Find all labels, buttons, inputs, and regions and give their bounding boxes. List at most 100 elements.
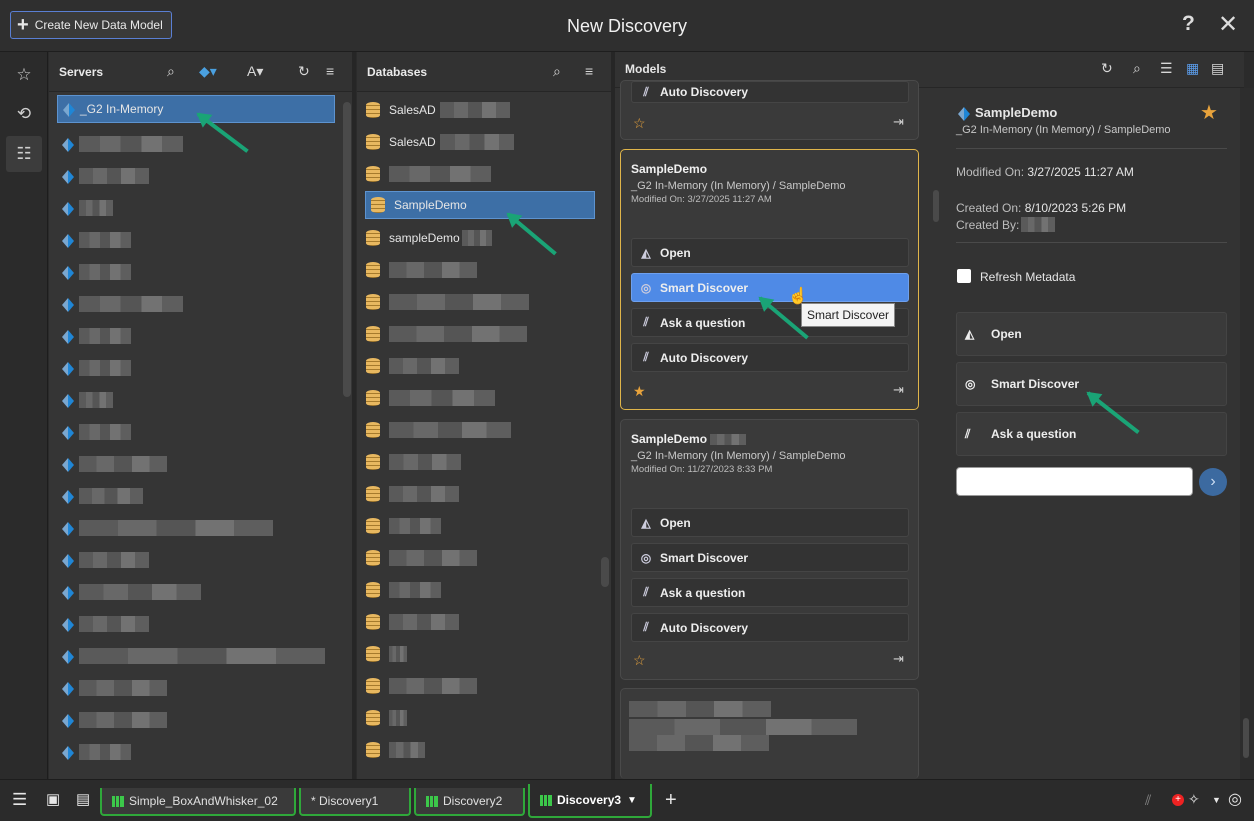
ai-icon[interactable]: ⫽ (1145, 792, 1151, 809)
server-item[interactable] (57, 162, 149, 190)
server-item[interactable] (57, 194, 113, 222)
database-item[interactable] (365, 448, 461, 476)
database-item[interactable] (365, 512, 441, 540)
ask-question-button[interactable]: ⫽ Ask a question (631, 578, 909, 607)
export-icon[interactable]: ⇥ (893, 651, 904, 667)
tab-simple-boxandwhisker[interactable]: Simple_BoxAndWhisker_02 (100, 788, 296, 816)
chevron-down-icon[interactable]: ▼ (627, 795, 637, 806)
tab-discovery2[interactable]: Discovery2 (414, 788, 525, 816)
database-item[interactable]: SalesAD (365, 96, 510, 124)
notification-badge[interactable]: + (1172, 794, 1184, 806)
database-item[interactable] (365, 320, 527, 348)
create-data-model-button[interactable]: + Create New Data Model (10, 11, 172, 39)
close-icon[interactable]: ✕ (1218, 10, 1238, 39)
server-item[interactable] (57, 450, 167, 478)
smart-discover-button[interactable]: ◎ Smart Discover (631, 543, 909, 572)
open-button[interactable]: ◭ Open (631, 508, 909, 537)
tab-discovery3[interactable]: Discovery3 ▼ (528, 784, 652, 818)
database-item[interactable]: sampleDemo (365, 224, 492, 252)
open-button[interactable]: ◭ Open (631, 238, 909, 267)
database-item[interactable] (365, 576, 441, 604)
database-item[interactable]: SalesAD (365, 128, 514, 156)
add-database-icon[interactable]: ≡ (585, 63, 593, 79)
history-icon[interactable]: ⟲ (6, 96, 42, 132)
sort-icon[interactable]: A▾ (247, 63, 263, 80)
server-type-icon[interactable]: ◆▾ (199, 63, 217, 80)
refresh-icon[interactable]: ↻ (298, 63, 310, 80)
grid-view-icon[interactable]: ▦ (1186, 60, 1199, 77)
add-tab-button[interactable]: + (665, 789, 677, 812)
list-view-icon[interactable]: ☰ (1160, 60, 1173, 77)
search-icon[interactable]: ⌕ (167, 63, 175, 80)
database-item[interactable] (365, 608, 459, 636)
star-icon[interactable]: ☆ (6, 57, 42, 93)
databases-scrollbar[interactable] (601, 557, 609, 587)
database-item[interactable] (365, 704, 407, 732)
auto-discovery-button[interactable]: ⫽ Auto Discovery (631, 343, 909, 372)
ask-question-button[interactable]: ⫽ Ask a question (956, 412, 1227, 456)
database-item[interactable] (365, 160, 491, 188)
model-card-partial[interactable] (620, 688, 919, 779)
server-item[interactable] (57, 418, 131, 446)
database-item[interactable] (365, 256, 477, 284)
database-item[interactable] (365, 416, 511, 444)
settings-icon[interactable]: ◎ (1228, 789, 1242, 809)
pin-icon[interactable]: ✧ (1188, 791, 1200, 808)
server-item[interactable] (57, 738, 131, 766)
server-item[interactable] (57, 642, 325, 670)
server-item[interactable] (57, 386, 113, 414)
add-server-icon[interactable]: ≡ (326, 63, 334, 79)
server-item[interactable] (57, 290, 183, 318)
tab-discovery1[interactable]: * Discovery1 (299, 788, 411, 816)
database-item[interactable] (365, 736, 425, 764)
server-item[interactable] (57, 706, 167, 734)
servers-scrollbar[interactable] (343, 102, 351, 397)
search-icon[interactable]: ⌕ (1133, 60, 1141, 77)
database-item[interactable] (365, 672, 477, 700)
database-item[interactable] (365, 480, 459, 508)
auto-discovery-button[interactable]: ⫽ Auto Discovery (631, 81, 909, 103)
server-item[interactable] (57, 226, 131, 254)
refresh-metadata-checkbox[interactable] (957, 269, 971, 283)
export-icon[interactable]: ⇥ (893, 114, 904, 130)
open-button[interactable]: ◭ Open (956, 312, 1227, 356)
redacted-text (389, 646, 407, 662)
star-outline-icon[interactable]: ☆ (633, 115, 646, 132)
new-file-icon[interactable]: ▤ (76, 790, 90, 808)
server-item[interactable] (57, 610, 149, 638)
submit-question-button[interactable]: › (1199, 468, 1227, 496)
model-card[interactable]: SampleDemo _G2 In-Memory (In Memory) / S… (620, 149, 919, 410)
question-input[interactable] (956, 467, 1193, 496)
search-icon[interactable]: ⌕ (553, 63, 561, 80)
server-item[interactable] (57, 546, 149, 574)
database-item[interactable] (365, 352, 459, 380)
star-filled-icon[interactable]: ★ (633, 383, 646, 400)
hamburger-menu-icon[interactable]: ☰ (12, 790, 27, 810)
server-item[interactable] (57, 322, 131, 350)
database-item-selected[interactable]: SampleDemo (365, 191, 595, 219)
server-item[interactable] (57, 130, 183, 158)
server-item[interactable] (57, 578, 201, 606)
detail-scrollbar[interactable] (1243, 718, 1249, 758)
open-file-icon[interactable]: ▣ (46, 790, 60, 808)
database-item[interactable] (365, 544, 477, 572)
server-item[interactable] (57, 674, 167, 702)
help-icon[interactable]: ? (1182, 12, 1195, 36)
server-item[interactable] (57, 354, 131, 382)
database-item[interactable] (365, 384, 495, 412)
tree-icon[interactable]: ☷ (6, 136, 42, 172)
detail-view-icon[interactable]: ▤ (1211, 60, 1224, 77)
server-item[interactable] (57, 258, 131, 286)
database-item[interactable] (365, 288, 529, 316)
models-scrollbar[interactable] (933, 190, 939, 222)
model-card[interactable]: SampleDemo _G2 In-Memory (In Memory) / S… (620, 419, 919, 680)
refresh-icon[interactable]: ↻ (1101, 60, 1113, 77)
server-item[interactable] (57, 482, 143, 510)
database-item[interactable] (365, 640, 407, 668)
export-icon[interactable]: ⇥ (893, 382, 904, 398)
star-outline-icon[interactable]: ☆ (633, 652, 646, 669)
star-filled-icon[interactable]: ★ (1200, 100, 1218, 125)
chevron-down-icon[interactable]: ▼ (1212, 795, 1221, 805)
server-item[interactable] (57, 514, 273, 542)
auto-discovery-button[interactable]: ⫽ Auto Discovery (631, 613, 909, 642)
